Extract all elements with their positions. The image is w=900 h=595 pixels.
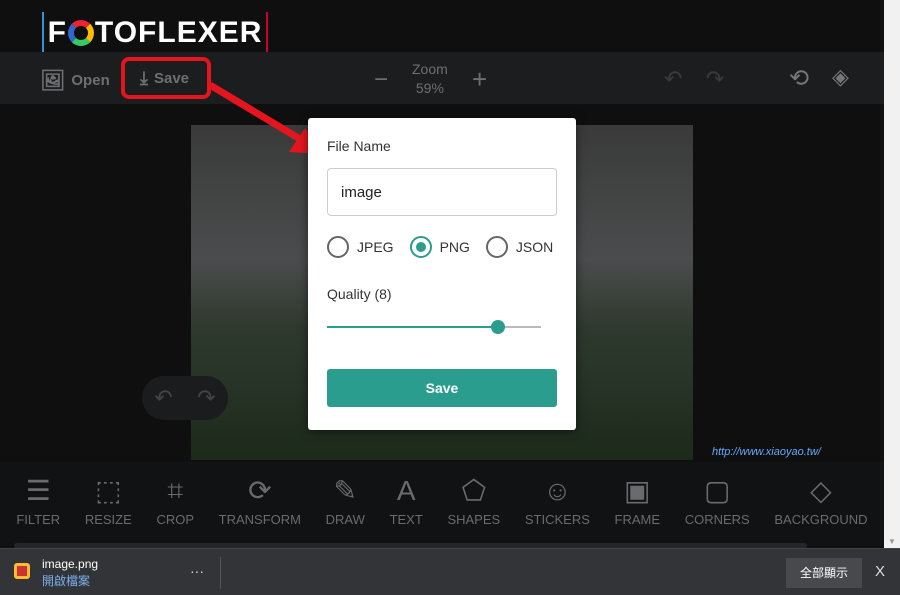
tool-crop[interactable]: ⌗ CROP <box>156 462 194 546</box>
tool-label: SHAPES <box>447 512 501 527</box>
paint-bucket-icon: ◇ <box>810 475 832 506</box>
tool-label: CORNERS <box>684 512 750 527</box>
watermark: http://www.xiaoyao.tw/ <box>712 446 821 458</box>
tool-label: DRAW <box>325 512 365 527</box>
pencil-icon: ✎ <box>333 475 358 506</box>
open-button[interactable]: 🖼 Open <box>40 68 110 93</box>
tool-stickers[interactable]: ☺ STICKERS <box>525 462 590 546</box>
tool-label: RESIZE <box>84 512 132 527</box>
crop-icon: ⌗ <box>167 475 184 506</box>
file-name-input[interactable] <box>327 168 557 216</box>
download-filename[interactable]: image.png <box>42 557 98 571</box>
format-jpeg-radio[interactable]: JPEG <box>327 236 394 258</box>
layers-icon[interactable]: ◈ <box>832 64 849 90</box>
rounded-rect-icon: ▢ <box>703 475 731 506</box>
quality-label: Quality (8) <box>327 286 392 302</box>
redo-icon[interactable]: ↷ <box>706 66 724 92</box>
file-icon <box>14 563 30 579</box>
undo-icon[interactable]: ↶ <box>154 385 172 411</box>
download-bar: image.png 開啟檔案 ··· 全部顯示 X <box>0 548 900 595</box>
format-json-radio[interactable]: JSON <box>485 236 553 258</box>
slider-thumb[interactable] <box>491 320 506 334</box>
tool-label: TEXT <box>389 512 423 527</box>
quality-slider[interactable] <box>327 317 541 337</box>
divider <box>220 557 221 589</box>
tool-draw[interactable]: ✎ DRAW <box>326 462 365 546</box>
save-dialog: File Name JPEG PNG JSON Quality (8) Save <box>308 118 576 430</box>
more-options-button[interactable]: ··· <box>190 563 204 579</box>
rotate-icon: ⟳ <box>248 475 272 506</box>
tool-transform[interactable]: ⟳ TRANSFORM <box>219 462 301 546</box>
vertical-scrollbar[interactable]: ▼ <box>884 0 900 548</box>
tool-resize[interactable]: ⬚ RESIZE <box>85 462 132 546</box>
zoom-readout: Zoom 59% <box>412 61 448 96</box>
canvas-undo-redo[interactable]: ↶ ↷ <box>142 376 228 420</box>
highlight-box <box>121 57 211 99</box>
fotoflexer-logo: F TOFLEXER <box>42 12 268 54</box>
open-file-link[interactable]: 開啟檔案 <box>42 572 90 589</box>
radio-circle <box>485 236 508 258</box>
tool-label: FILTER <box>16 512 61 527</box>
zoom-out-button[interactable]: − <box>374 66 388 94</box>
smiley-icon: ☺ <box>543 475 572 506</box>
undo-icon[interactable]: ↶ <box>664 66 682 92</box>
history-icon[interactable]: ⟲ <box>789 64 809 93</box>
format-png-radio[interactable]: PNG <box>409 236 470 258</box>
tool-label: FRAME <box>614 512 661 527</box>
redo-icon[interactable]: ↷ <box>197 385 215 411</box>
tool-text[interactable]: A TEXT <box>390 462 423 546</box>
text-add-icon: A <box>396 475 416 506</box>
image-icon: 🖼 <box>40 70 66 92</box>
tool-label: TRANSFORM <box>218 512 301 527</box>
save-button[interactable]: Save <box>327 369 557 407</box>
slider-fill <box>327 326 499 328</box>
tools-bar: ☰ FILTER ⬚ RESIZE ⌗ CROP ⟳ TRANSFORM ✎ DRAW A TEXT ⬠… <box>0 462 884 546</box>
tool-background[interactable]: ◇ BACKGROUND <box>774 462 867 546</box>
tool-frame[interactable]: ▣ FRAME <box>615 462 661 546</box>
tool-label: BACKGROUND <box>774 512 868 527</box>
zoom-in-button[interactable]: + <box>472 64 487 95</box>
frame-icon: ▣ <box>624 475 651 506</box>
sliders-icon: ☰ <box>25 475 51 506</box>
file-name-label: File Name <box>327 138 391 154</box>
tool-filter[interactable]: ☰ FILTER <box>16 462 60 546</box>
close-download-bar-button[interactable]: X <box>875 563 885 580</box>
tool-label: STICKERS <box>524 512 590 527</box>
tool-corners[interactable]: ▢ CORNERS <box>685 462 750 546</box>
resize-icon: ⬚ <box>95 475 122 506</box>
shapes-icon: ⬠ <box>461 475 486 506</box>
radio-circle <box>409 236 432 258</box>
show-all-button[interactable]: 全部顯示 <box>786 558 862 588</box>
radio-circle <box>327 236 349 258</box>
tool-label: CROP <box>156 512 194 527</box>
tool-shapes[interactable]: ⬠ SHAPES <box>447 462 500 546</box>
